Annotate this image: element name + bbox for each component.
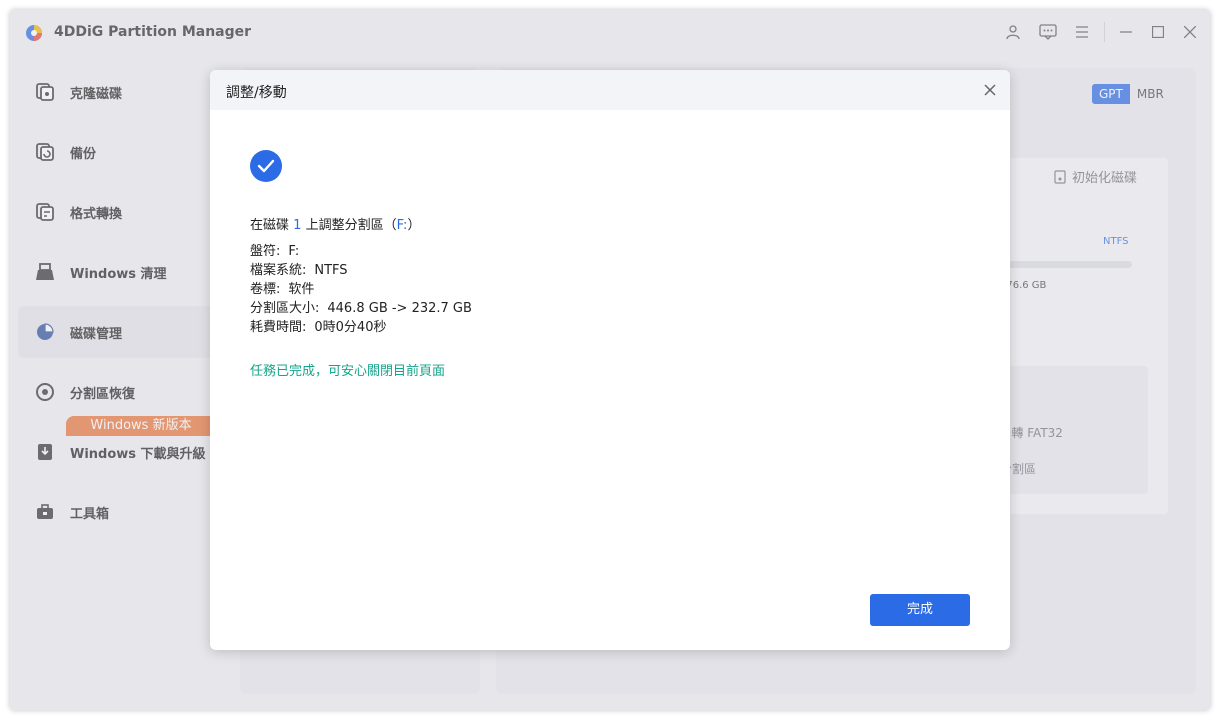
result-headline: 在磁碟 1 上調整分割區（F:） [250, 214, 420, 233]
info-row-drive: 盤符: F: [250, 240, 299, 259]
info-key: 檔案系統: [250, 263, 307, 278]
info-row-filesystem: 檔案系統: NTFS [250, 259, 348, 278]
info-value: 446.8 GB -> 232.7 GB [327, 301, 472, 316]
info-row-volume-label: 卷標: 软件 [250, 278, 314, 297]
info-value: F: [288, 244, 300, 259]
info-row-elapsed-time: 耗費時間: 0時0分40秒 [250, 316, 386, 335]
dialog-title: 調整/移動 [226, 85, 287, 101]
info-value: 软件 [288, 282, 315, 297]
info-key: 分割區大小: [250, 301, 320, 316]
success-check-icon [250, 150, 282, 182]
info-value: NTFS [314, 263, 348, 278]
success-message: 任務已完成，可安心關閉目前頁面 [250, 364, 446, 379]
info-key: 耗費時間: [250, 320, 307, 335]
info-value: 0時0分40秒 [314, 320, 387, 335]
drive-letter: F: [396, 218, 408, 233]
dialog-close-icon[interactable] [982, 82, 998, 98]
info-row-partition-size: 分割區大小: 446.8 GB -> 232.7 GB [250, 297, 472, 316]
headline-prefix: 在磁碟 [250, 218, 290, 233]
headline-mid: 上調整分割區（ [305, 218, 397, 233]
dialog-header: 調整/移動 [210, 70, 1010, 110]
headline-suffix: ） [407, 218, 421, 233]
info-key: 卷標: [250, 282, 281, 297]
resize-move-dialog: 調整/移動 在磁碟 1 上調整分割區（F:） 盤符: F: 檔案系統: NTFS 卷… [210, 70, 1010, 650]
done-button[interactable]: 完成 [870, 594, 970, 626]
info-key: 盤符: [250, 244, 281, 259]
disk-number: 1 [293, 218, 302, 233]
app-window: 4DDiG Partition Manager 克隆磁碟 備份 格式轉換 Win… [10, 10, 1210, 710]
